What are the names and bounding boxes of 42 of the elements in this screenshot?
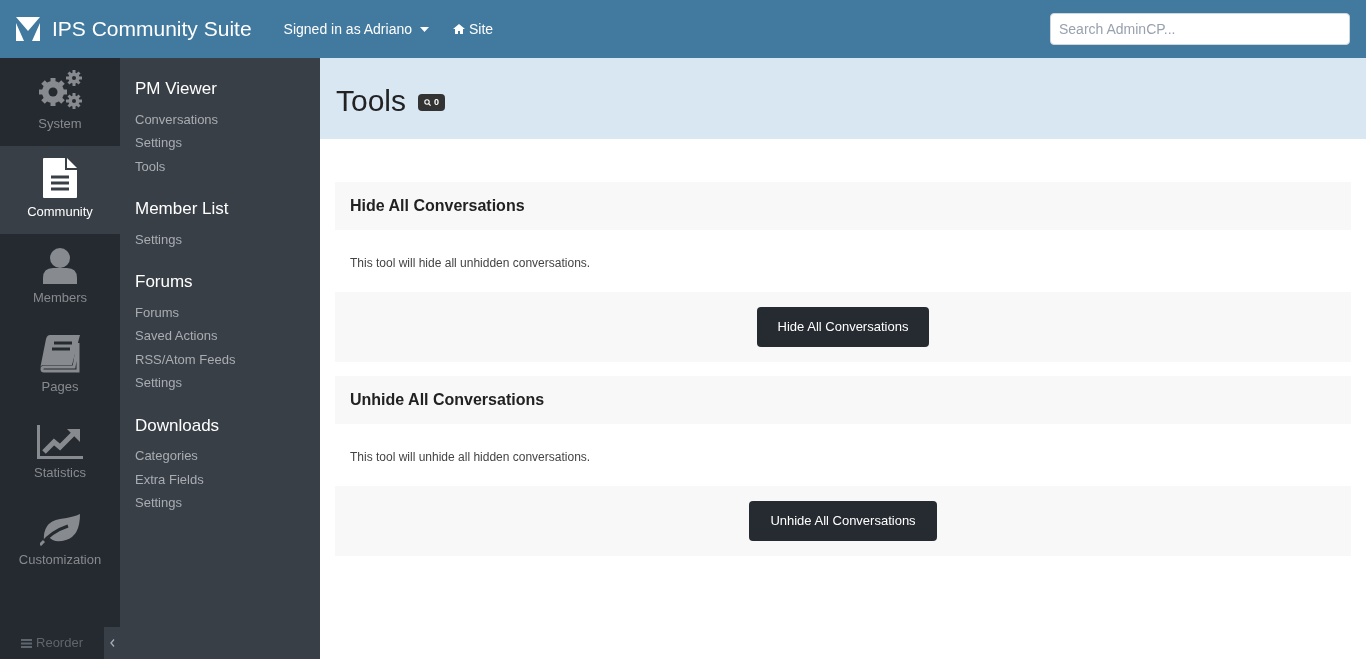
menu-link[interactable]: Tools — [135, 154, 166, 178]
section-description: This tool will hide all unhidden conversations. — [349, 255, 592, 272]
search-count-badge: 0 — [418, 94, 446, 111]
menu-link[interactable]: Forums — [135, 300, 180, 324]
chevron-left-icon — [109, 639, 115, 647]
gears-icon — [37, 70, 83, 111]
section-title: Hide All Conversations — [335, 182, 1351, 230]
reorder-button[interactable]: Reorder — [0, 627, 104, 659]
section-description: This tool will unhide all hidden conversations. — [349, 449, 592, 466]
search-field[interactable]: Search AdminCP... — [1050, 13, 1350, 45]
menu-link[interactable]: Settings — [135, 227, 182, 251]
search-icon — [424, 99, 432, 106]
section-title: Unhide All Conversations — [335, 376, 1351, 424]
menu-group-title: Member List — [135, 198, 230, 220]
menu-link[interactable]: Conversations — [135, 107, 219, 131]
menu-icon — [21, 638, 32, 648]
site-link[interactable]: Site — [453, 18, 494, 40]
app-tab[interactable]: Community — [0, 146, 120, 234]
leaf-icon — [40, 514, 80, 547]
chart-icon — [37, 425, 83, 460]
logo-icon — [16, 17, 40, 41]
document-icon — [43, 158, 77, 199]
menu-link[interactable]: Settings — [135, 371, 182, 395]
menu-link[interactable]: Categories — [135, 444, 198, 468]
caret-icon — [420, 26, 429, 32]
menu-link[interactable]: Extra Fields — [135, 467, 204, 491]
menu-group-title: Downloads — [135, 414, 221, 437]
menu-group-title: Forums — [135, 271, 194, 293]
user-menu[interactable]: Signed in as Adriano — [283, 18, 429, 40]
user-icon — [43, 248, 77, 285]
menu-group-title: PM Viewer — [135, 78, 218, 100]
menu-link[interactable]: Settings — [135, 491, 182, 515]
app-title: IPS Community Suite — [52, 16, 252, 43]
action-button[interactable]: Unhide All Conversations — [749, 501, 937, 541]
menu-link[interactable]: RSS/Atom Feeds — [135, 347, 236, 371]
home-icon — [453, 24, 465, 34]
action-button[interactable]: Hide All Conversations — [756, 307, 930, 347]
collapse-button[interactable] — [104, 627, 120, 659]
page-title: Tools — [336, 85, 407, 116]
book-icon — [40, 335, 80, 374]
menu-link[interactable]: Saved Actions — [135, 324, 218, 348]
menu-link[interactable]: Settings — [135, 131, 182, 155]
